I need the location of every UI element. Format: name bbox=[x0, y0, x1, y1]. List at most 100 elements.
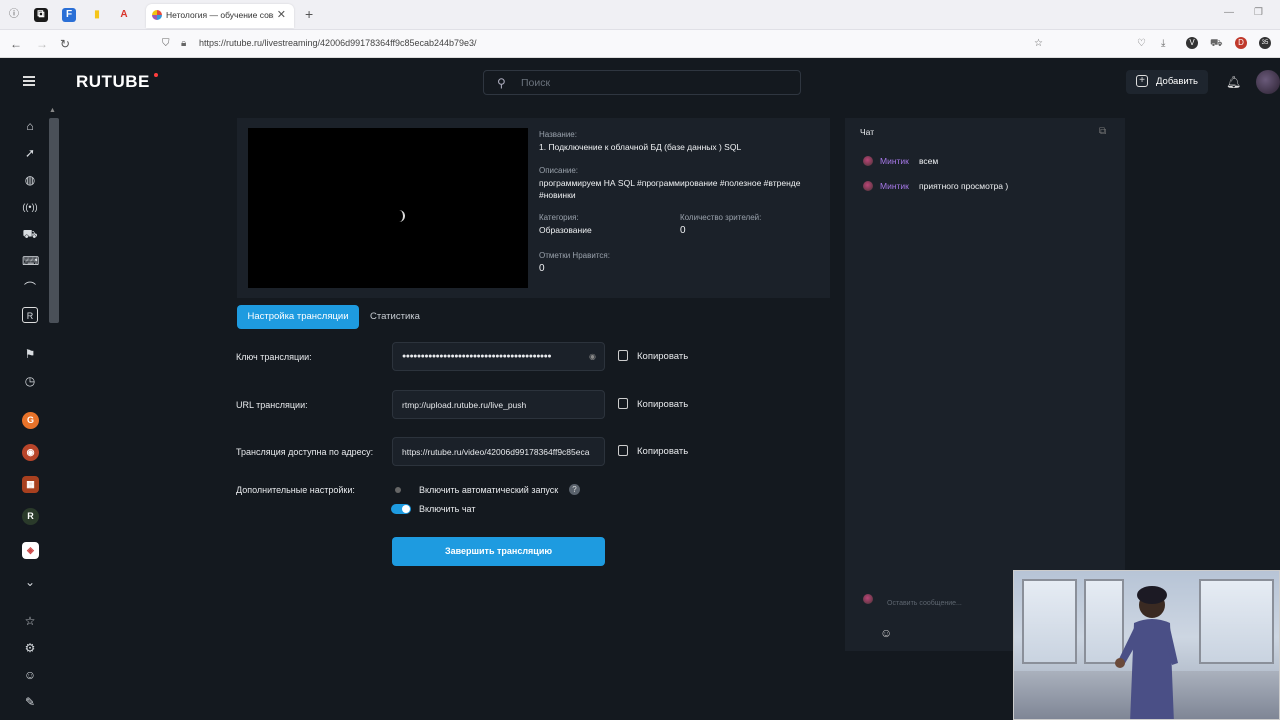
viewers-label: Количество зрителей: bbox=[680, 213, 762, 222]
channel-3-icon[interactable]: ▦ bbox=[22, 476, 39, 493]
download-icon[interactable]: ⤓ bbox=[1161, 38, 1165, 49]
info-icon[interactable]: ⓘ bbox=[7, 8, 21, 22]
add-button-label: Добавить bbox=[1156, 76, 1198, 87]
pinned-tab-yellow-icon[interactable]: ▮ bbox=[90, 8, 104, 22]
browser-tab-title: Нетология — обучение совр bbox=[166, 10, 274, 20]
emoji-icon[interactable]: ☺ bbox=[880, 626, 892, 640]
copy-icon bbox=[618, 445, 628, 456]
copy-address-label: Копировать bbox=[637, 446, 689, 457]
gamepad-icon[interactable]: ⌨ bbox=[22, 253, 39, 269]
new-tab-icon[interactable]: + bbox=[305, 6, 313, 22]
sidebar-scrollbar[interactable] bbox=[49, 118, 59, 323]
bookmark-icon[interactable]: ⚑ bbox=[22, 346, 38, 362]
user-avatar[interactable] bbox=[1256, 70, 1280, 94]
bookmark-star-icon[interactable]: ☆ bbox=[1034, 38, 1043, 49]
stream-address-label: Трансляция доступна по адресу: bbox=[236, 447, 374, 457]
chat-username[interactable]: Минтик bbox=[880, 181, 909, 191]
autostart-toggle[interactable] bbox=[393, 486, 409, 494]
browser-address-bar: ← → ↻ ⛉ 🔒︎ https://rutube.ru/livestreami… bbox=[0, 30, 1280, 58]
search-placeholder: Поиск bbox=[521, 77, 551, 89]
star-icon[interactable]: ☆ bbox=[22, 613, 38, 629]
live-icon[interactable]: ((•)) bbox=[22, 199, 38, 215]
chat-toggle-label: Включить чат bbox=[419, 504, 476, 514]
rutube-logo[interactable]: RUTUBE bbox=[76, 72, 150, 92]
reload-icon[interactable]: ↻ bbox=[60, 37, 70, 51]
description-value: программируем НА SQL #программирование #… bbox=[539, 178, 801, 200]
forward-icon[interactable]: → bbox=[36, 37, 48, 51]
smile-icon[interactable]: ☺ bbox=[22, 667, 38, 683]
car-icon[interactable]: ⛟ bbox=[22, 226, 38, 242]
globe-icon[interactable]: ◍ bbox=[22, 172, 38, 188]
rutube-app: RUTUBE ⚲ Поиск + Добавить 🔔︎ ⌂ ➚ ◍ ((•))… bbox=[0, 58, 1280, 720]
restore-icon[interactable]: ❐ bbox=[1254, 7, 1263, 18]
video-player[interactable] bbox=[248, 128, 528, 288]
rocket-icon[interactable]: ➚ bbox=[22, 145, 38, 161]
webcam-overlay bbox=[1013, 570, 1280, 720]
chat-username[interactable]: Минтик bbox=[880, 156, 909, 166]
rutube-r-icon[interactable]: R bbox=[22, 307, 38, 323]
copy-key-label: Копировать bbox=[637, 351, 689, 362]
search-input[interactable]: ⚲ Поиск bbox=[483, 70, 801, 95]
autostart-label: Включить автоматический запуск bbox=[419, 485, 559, 495]
browser-tab-active[interactable]: Нетология — обучение совр ✕ bbox=[146, 4, 294, 28]
netology-favicon-icon bbox=[152, 10, 162, 20]
pocket-icon[interactable]: ♡ bbox=[1137, 38, 1146, 49]
loading-spinner-icon bbox=[393, 210, 405, 222]
tab-close-icon[interactable]: ✕ bbox=[277, 8, 286, 21]
pinned-tab-a-icon[interactable]: A bbox=[117, 8, 131, 22]
chat-message: всем bbox=[919, 156, 939, 166]
menu-icon[interactable] bbox=[23, 76, 35, 86]
extra-settings-label: Дополнительные настройки: bbox=[236, 485, 355, 495]
add-button[interactable]: + Добавить bbox=[1126, 70, 1208, 94]
end-stream-button[interactable]: Завершить трансляцию bbox=[392, 537, 605, 566]
settings-icon[interactable]: ⚙ bbox=[22, 640, 38, 656]
stream-info-panel: Название: 1. Подключение к облачной БД (… bbox=[237, 118, 830, 298]
chat-input-avatar bbox=[863, 594, 873, 604]
minimize-icon[interactable]: — bbox=[1224, 7, 1234, 18]
shield-icon[interactable]: ⛉ bbox=[162, 38, 170, 49]
copy-icon bbox=[618, 398, 628, 409]
home-icon[interactable]: ⌂ bbox=[22, 118, 38, 134]
likes-label: Отметки Нравится: bbox=[539, 251, 610, 260]
chat-avatar bbox=[863, 181, 873, 191]
url-field[interactable]: https://rutube.ru/livestreaming/42006d99… bbox=[199, 38, 477, 48]
extension-d-icon[interactable]: D bbox=[1235, 37, 1247, 49]
channel-2-icon[interactable]: ◉ bbox=[22, 444, 39, 461]
description-label: Описание: bbox=[539, 166, 579, 175]
chevron-down-icon[interactable]: ⌄ bbox=[22, 574, 38, 590]
history-icon[interactable]: ◷ bbox=[22, 373, 38, 389]
back-icon[interactable]: ← bbox=[10, 37, 22, 51]
cam-window-right bbox=[1199, 579, 1274, 664]
lock-icon[interactable]: 🔒︎ bbox=[181, 38, 186, 49]
channel-r-icon[interactable]: R bbox=[22, 508, 39, 525]
education-icon[interactable]: ⌒ bbox=[22, 280, 38, 296]
extension-car-icon[interactable]: ⛟ bbox=[1210, 38, 1223, 51]
stream-key-value: ●●●●●●●●●●●●●●●●●●●●●●●●●●●●●●●●●●●●●●●● bbox=[402, 353, 552, 360]
channel-g-icon[interactable]: G bbox=[22, 412, 39, 429]
extension-badge-icon[interactable]: 35 bbox=[1259, 37, 1271, 49]
browser-tabbar: ⓘ ⧉ F ▮ A Нетология — обучение совр ✕ + … bbox=[0, 0, 1280, 30]
cam-person-figure bbox=[1115, 586, 1178, 719]
eye-icon[interactable]: ◉ bbox=[589, 352, 596, 361]
chat-title: Чат bbox=[860, 127, 875, 137]
extension-v-icon[interactable]: V bbox=[1186, 37, 1198, 49]
scroll-up-icon[interactable]: ▲ bbox=[49, 107, 56, 114]
popout-icon[interactable]: ⧉ bbox=[1099, 126, 1106, 137]
stream-url-field[interactable]: rtmp://upload.rutube.ru/live_push bbox=[392, 390, 605, 419]
tab-stream-settings[interactable]: Настройка трансляции bbox=[237, 305, 359, 329]
channel-5-icon[interactable]: ◈ bbox=[22, 542, 39, 559]
help-icon[interactable]: ? bbox=[569, 484, 580, 495]
search-icon: ⚲ bbox=[497, 76, 506, 90]
notification-bell-icon[interactable]: 🔔︎ bbox=[1226, 75, 1241, 89]
plus-icon: + bbox=[1136, 75, 1148, 87]
stream-key-field[interactable]: ●●●●●●●●●●●●●●●●●●●●●●●●●●●●●●●●●●●●●●●●… bbox=[392, 342, 605, 371]
pinned-tab-icon[interactable]: ⧉ bbox=[34, 8, 48, 22]
tab-statistics[interactable]: Статистика bbox=[370, 311, 420, 322]
chat-input[interactable]: Оставить сообщение... bbox=[887, 600, 962, 607]
stream-address-field[interactable]: https://rutube.ru/video/42006d99178364ff… bbox=[392, 437, 605, 466]
chat-toggle[interactable] bbox=[391, 504, 411, 514]
logo-dot-icon bbox=[154, 73, 158, 77]
stream-url-label: URL трансляции: bbox=[236, 400, 308, 410]
pen-icon[interactable]: ✎ bbox=[22, 694, 38, 710]
pinned-tab-f-icon[interactable]: F bbox=[62, 8, 76, 22]
